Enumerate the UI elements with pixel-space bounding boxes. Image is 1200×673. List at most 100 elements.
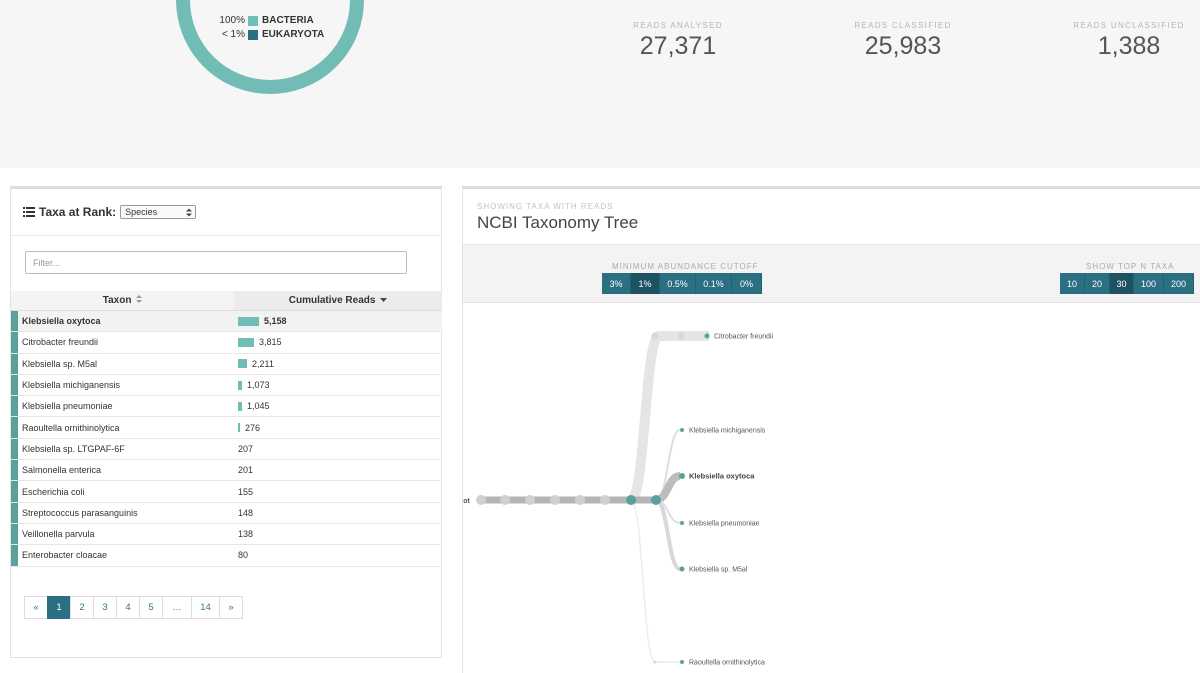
leaf-node[interactable] bbox=[679, 566, 685, 572]
column-header-cumulative-reads[interactable]: Cumulative Reads bbox=[234, 291, 442, 310]
cutoff-option-button[interactable]: 0.5% bbox=[660, 273, 696, 294]
cell-taxon: Citrobacter freundii bbox=[22, 337, 99, 348]
cell-taxon: Klebsiella sp. M5al bbox=[22, 358, 98, 369]
cell-cumulative-reads: 1,073 bbox=[234, 380, 270, 390]
cell-cumulative-reads: 1,045 bbox=[234, 401, 270, 411]
tree-node[interactable] bbox=[653, 660, 657, 664]
filter-placeholder: Filter... bbox=[33, 258, 61, 268]
tree-node[interactable] bbox=[525, 495, 535, 505]
table-row[interactable]: Raoultella ornithinolytica 276 bbox=[11, 417, 442, 439]
table-row[interactable]: Klebsiella sp. LTGPAF-6F 207 bbox=[11, 438, 442, 461]
legend-swatch bbox=[248, 29, 258, 40]
table-row[interactable]: Citrobacter freundii 3,815 bbox=[11, 332, 442, 354]
row-color-tag bbox=[11, 332, 18, 353]
row-color-tag bbox=[11, 396, 18, 417]
leaf-node[interactable] bbox=[680, 660, 684, 664]
cell-cumulative-reads: 3,815 bbox=[234, 337, 282, 347]
cutoff-option-button[interactable]: 0% bbox=[732, 273, 762, 294]
reads-value: 276 bbox=[245, 422, 261, 433]
topn-option-button[interactable]: 200 bbox=[1164, 273, 1194, 294]
cell-taxon: Klebsiella sp. LTGPAF-6F bbox=[22, 443, 125, 454]
tree-node[interactable] bbox=[575, 495, 585, 505]
leaf-node[interactable] bbox=[680, 428, 684, 432]
reads-value: 138 bbox=[238, 529, 254, 540]
taxa-panel-title: Taxa at Rank: bbox=[39, 205, 117, 219]
cell-taxon: Salmonella enterica bbox=[22, 465, 102, 476]
stat-reads-classified: READS CLASSIFIED 25,983 bbox=[803, 21, 1003, 61]
table-row[interactable]: Veillonella parvula 138 bbox=[11, 523, 442, 546]
tree-link bbox=[630, 499, 680, 663]
stat-label: READS CLASSIFIED bbox=[854, 21, 952, 30]
tree-node[interactable] bbox=[476, 495, 486, 505]
cutoff-option-button[interactable]: 0.1% bbox=[696, 273, 732, 294]
stat-reads-analysed: READS ANALYSED 27,371 bbox=[578, 21, 778, 61]
leaf-node[interactable] bbox=[679, 473, 685, 479]
taxa-table: Taxon Cumulative Reads Klebsiella oxytoc… bbox=[11, 291, 442, 567]
row-color-tag bbox=[11, 460, 18, 481]
topn-option-button[interactable]: 20 bbox=[1085, 273, 1110, 294]
table-row[interactable]: Salmonella enterica 201 bbox=[11, 460, 442, 482]
table-row[interactable]: Klebsiella sp. M5al 2,211 bbox=[11, 353, 442, 375]
sort-desc-icon bbox=[380, 298, 388, 302]
tree-node-branch[interactable] bbox=[626, 495, 636, 505]
page-button[interactable]: 2 bbox=[70, 596, 94, 619]
stat-reads-unclassified: READS UNCLASSIFIED 1,388 bbox=[1029, 21, 1200, 61]
topn-option-button[interactable]: 10 bbox=[1060, 273, 1085, 294]
tree-node[interactable] bbox=[600, 495, 610, 505]
reads-value: 1,073 bbox=[247, 380, 270, 391]
page-prev-button[interactable]: « bbox=[24, 596, 48, 619]
cell-cumulative-reads: 2,211 bbox=[234, 359, 274, 369]
reads-bar bbox=[238, 337, 254, 347]
table-row[interactable]: Enterobacter cloacae 80 bbox=[11, 545, 442, 567]
page-button[interactable]: 14 bbox=[191, 596, 220, 619]
cutoff-option-button[interactable]: 3% bbox=[602, 273, 631, 294]
page-next-button[interactable]: » bbox=[219, 596, 243, 619]
table-row[interactable]: Klebsiella pneumoniae 1,045 bbox=[11, 396, 442, 418]
page-button[interactable]: 1 bbox=[47, 596, 71, 619]
legend-pct: 100% bbox=[219, 15, 245, 26]
tree-node[interactable] bbox=[550, 495, 560, 505]
reads-value: 155 bbox=[238, 486, 254, 497]
row-color-tag bbox=[11, 438, 18, 460]
page-button[interactable]: 4 bbox=[116, 596, 140, 619]
leaf-label: Citrobacter freundii bbox=[714, 334, 774, 341]
row-color-tag bbox=[11, 502, 18, 523]
taxa-filter-input[interactable]: Filter... bbox=[25, 251, 407, 274]
leaf-node[interactable] bbox=[680, 521, 684, 525]
tree-node[interactable] bbox=[500, 495, 510, 505]
legend-entry-bacteria: 100% BACTERIA bbox=[206, 14, 324, 27]
list-icon bbox=[23, 207, 35, 217]
stat-value: 1,388 bbox=[1097, 32, 1161, 60]
page-button[interactable]: … bbox=[162, 596, 192, 619]
cell-taxon: Klebsiella oxytoca bbox=[22, 316, 101, 327]
table-row[interactable]: Klebsiella oxytoca 5,158 bbox=[11, 311, 442, 333]
tree-node[interactable] bbox=[677, 332, 685, 340]
row-color-tag bbox=[11, 523, 18, 545]
page-button[interactable]: 3 bbox=[93, 596, 117, 619]
table-row[interactable]: Escherichia coli 155 bbox=[11, 481, 442, 503]
stat-label: READS UNCLASSIFIED bbox=[1073, 21, 1185, 30]
topn-option-button[interactable]: 100 bbox=[1134, 273, 1164, 294]
reads-bar bbox=[238, 316, 259, 326]
row-color-tag bbox=[11, 353, 18, 374]
table-row[interactable]: Streptococcus parasanguinis 148 bbox=[11, 502, 442, 524]
tree-node[interactable] bbox=[651, 332, 659, 340]
page-button[interactable]: 5 bbox=[139, 596, 163, 619]
leaf-label: Klebsiella sp. M5al bbox=[689, 567, 748, 574]
cutoff-option-button[interactable]: 1% bbox=[631, 273, 660, 294]
select-arrows-icon bbox=[186, 208, 193, 216]
stat-value: 27,371 bbox=[639, 32, 717, 60]
leaf-node[interactable] bbox=[704, 333, 710, 339]
cell-taxon: Raoultella ornithinolytica bbox=[22, 422, 120, 433]
stat-label: READS ANALYSED bbox=[633, 21, 723, 30]
table-row[interactable]: Klebsiella michiganensis 1,073 bbox=[11, 374, 442, 397]
taxa-table-body: Klebsiella oxytoca 5,158 Citrobacter freun… bbox=[11, 311, 442, 567]
legend-name: BACTERIA bbox=[262, 15, 314, 26]
column-header-taxon[interactable]: Taxon bbox=[11, 291, 234, 310]
tree-node-branch[interactable] bbox=[651, 495, 661, 505]
rank-select[interactable]: Species bbox=[120, 205, 197, 219]
leaf-label: Klebsiella oxytoca bbox=[689, 472, 755, 481]
topn-option-button[interactable]: 30 bbox=[1110, 273, 1134, 294]
cell-taxon: Veillonella parvula bbox=[22, 529, 95, 540]
cutoff-button-group: 3% 1% 0.5% 0.1% 0% bbox=[602, 273, 762, 294]
